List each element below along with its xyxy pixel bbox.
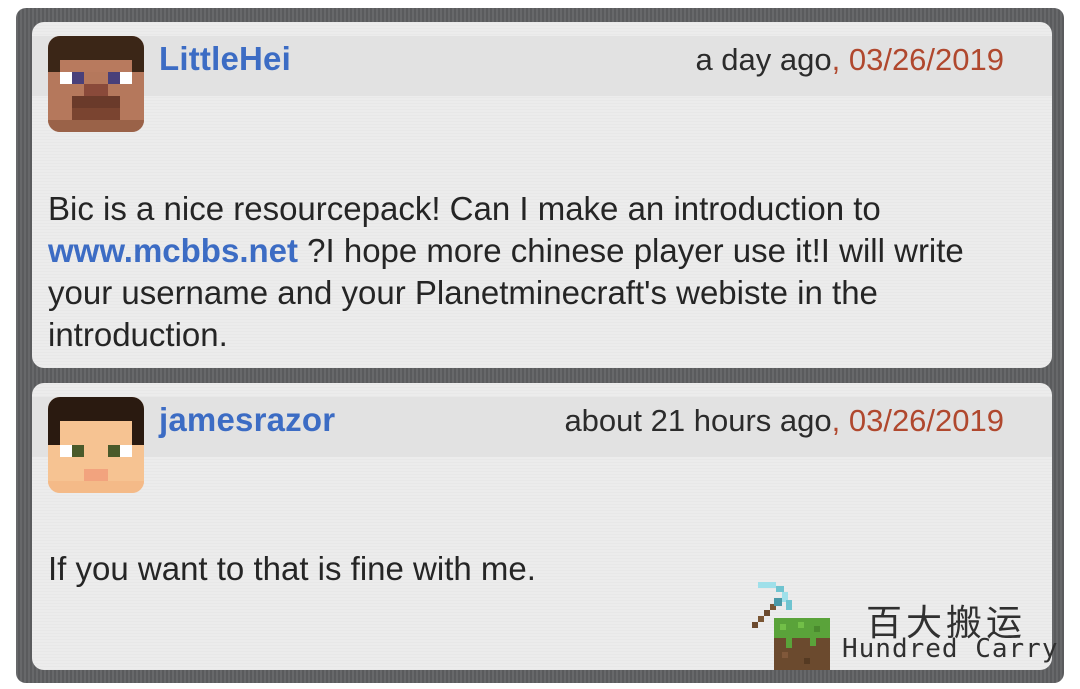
date-separator: ,: [831, 42, 849, 77]
relative-time: a day ago: [695, 42, 832, 77]
comment-timestamp: about 21 hours ago, 03/26/2019: [564, 403, 1004, 439]
pixel-face-icon[interactable]: [48, 397, 144, 493]
comment-body: Bic is a nice resourcepack! Can I make a…: [48, 188, 1022, 356]
watermark-english: Hundred Carry: [842, 634, 1059, 664]
comment-card: LittleHei a day ago, 03/26/2019 Bic is a…: [32, 22, 1052, 368]
relative-time: about 21 hours ago: [564, 403, 832, 438]
watermark: 百大搬运 Hundred Carry: [744, 578, 1064, 678]
comment-timestamp: a day ago, 03/26/2019: [695, 42, 1004, 78]
pickaxe-grass-block-icon: [752, 582, 830, 670]
date-separator: ,: [831, 403, 849, 438]
steve-head-icon[interactable]: [48, 36, 144, 132]
comment-username[interactable]: jamesrazor: [159, 401, 335, 439]
comment-text: If you want to that is fine with me.: [48, 550, 536, 587]
comment-date: 03/26/2019: [848, 403, 1004, 438]
comment-date: 03/26/2019: [848, 42, 1004, 77]
comment-link[interactable]: www.mcbbs.net: [48, 232, 298, 269]
comment-text: Bic is a nice resourcepack! Can I make a…: [48, 190, 881, 227]
comment-username[interactable]: LittleHei: [159, 40, 291, 78]
